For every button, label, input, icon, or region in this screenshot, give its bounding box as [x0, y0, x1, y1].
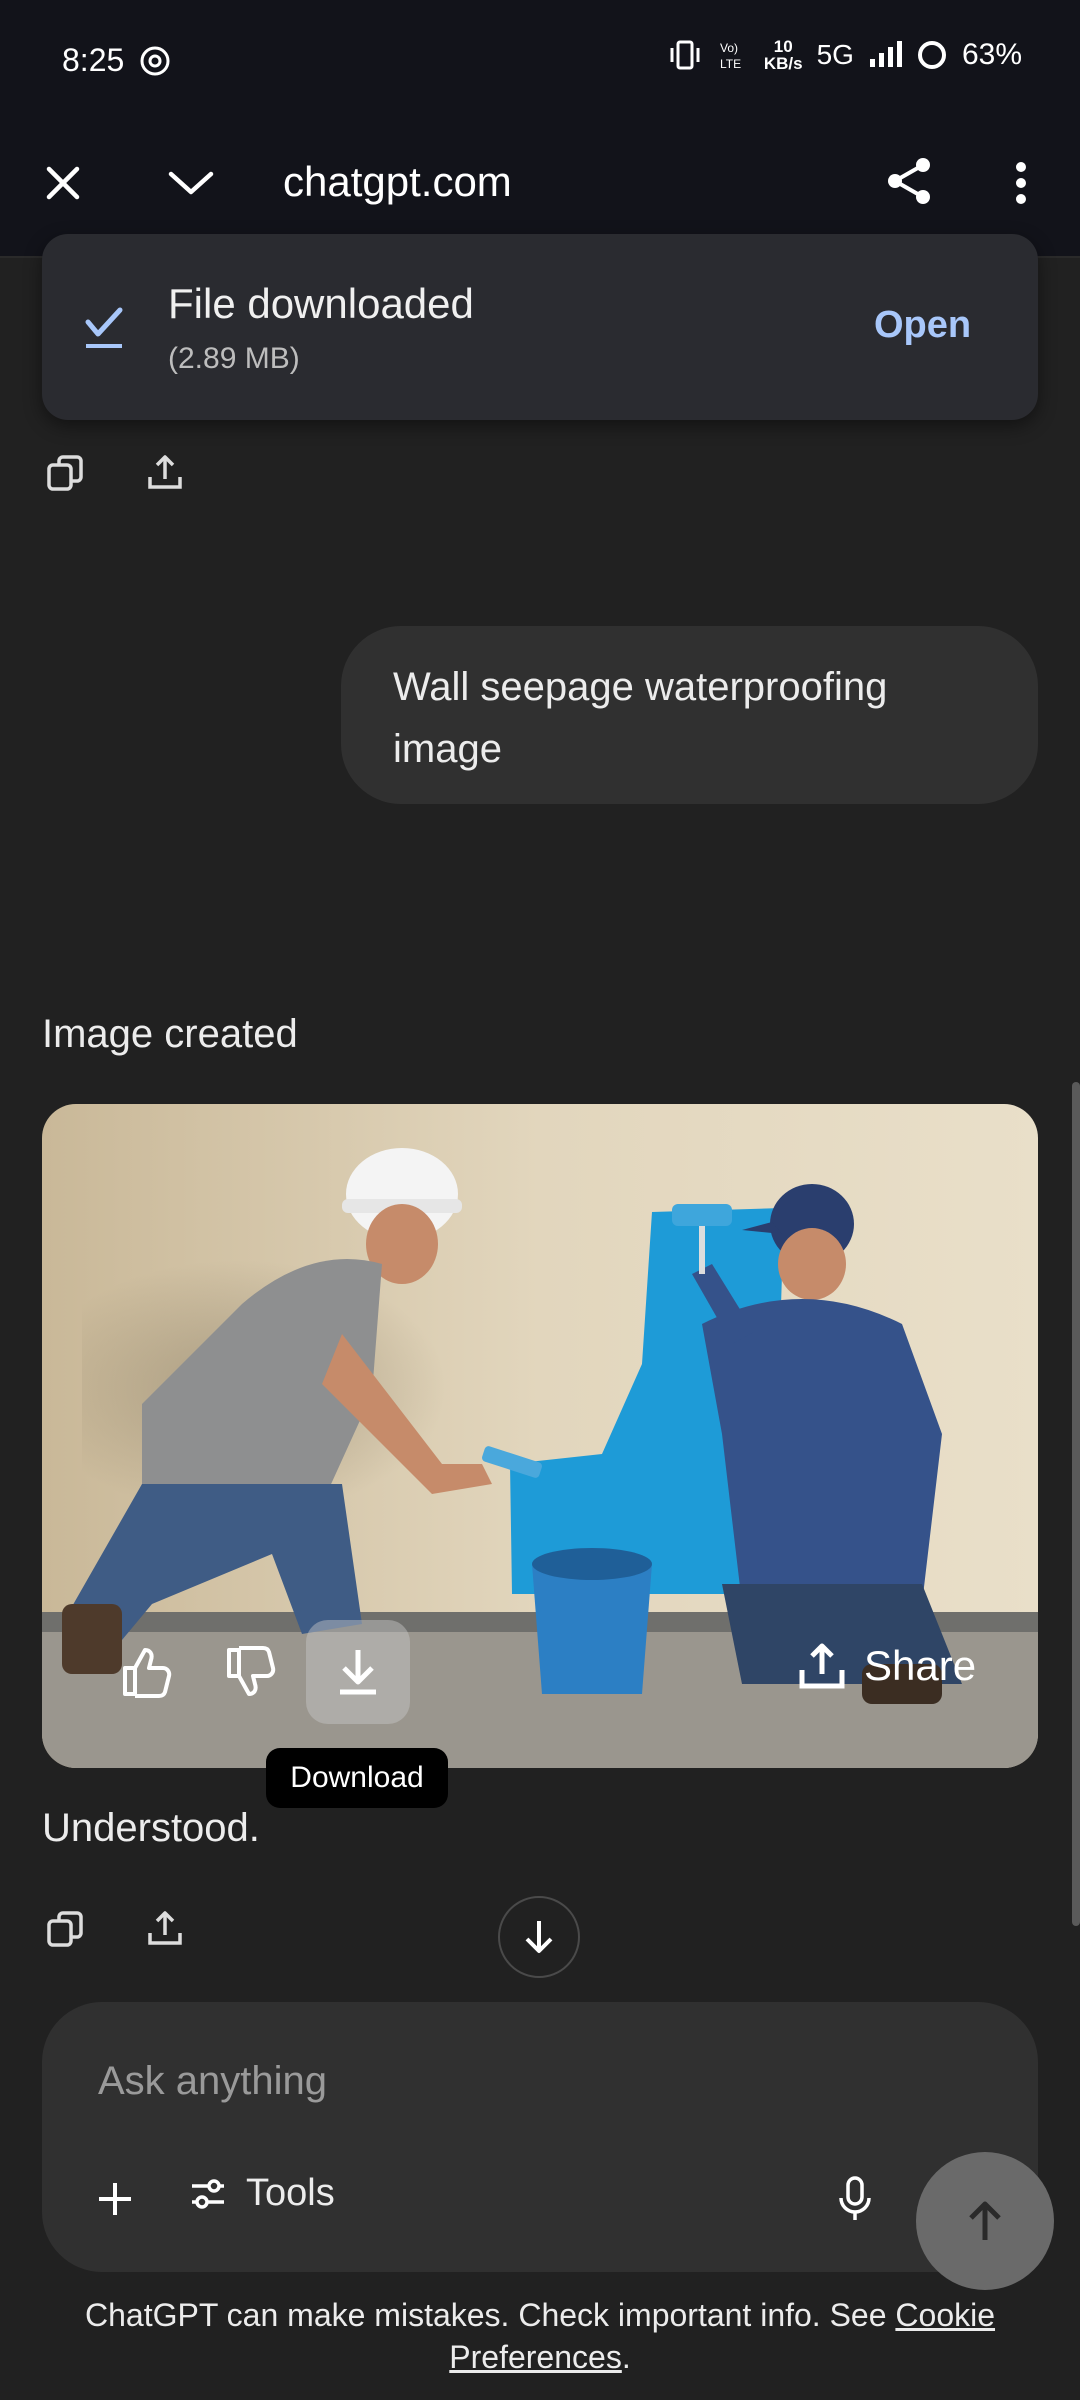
snackbar-file-size: (2.89 MB) [168, 342, 300, 375]
arrow-down-icon [525, 1921, 553, 1953]
copy-icon[interactable] [40, 448, 90, 498]
scrollbar[interactable] [1072, 1082, 1080, 1926]
share-icon[interactable] [876, 148, 942, 214]
user-message-text: Wall seepage waterproofing image [393, 665, 888, 771]
ask-input[interactable] [96, 2050, 880, 2112]
snackbar-title: File downloaded [168, 280, 474, 327]
share-label: Share [864, 1642, 977, 1689]
battery-ring-icon [917, 41, 946, 69]
scroll-to-bottom-button[interactable] [498, 1896, 580, 1978]
upload-share-icon[interactable] [140, 1904, 190, 1954]
thumbs-up-icon[interactable] [112, 1630, 182, 1714]
plus-icon[interactable] [90, 2174, 140, 2224]
sliders-icon [192, 2178, 224, 2209]
copy-icon[interactable] [40, 1904, 90, 1954]
download-done-icon [84, 304, 124, 355]
download-tooltip: Download [266, 1748, 448, 1808]
chevron-down-icon[interactable] [156, 150, 226, 216]
svg-text:Vo): Vo) [720, 41, 738, 55]
assistant-reply: Understood. [42, 1806, 260, 1850]
tools-label: Tools [246, 2172, 335, 2214]
url-text[interactable]: chatgpt.com [283, 158, 512, 206]
user-message-bubble: Wall seepage waterproofing image [341, 626, 1038, 804]
status-icons: Vo) LTE 10 KB/s 5G 63% [668, 38, 1022, 72]
network-type: 5G [816, 39, 854, 70]
disclaimer: ChatGPT can make mistakes. Check importa… [60, 2294, 1020, 2378]
download-button[interactable] [306, 1620, 410, 1724]
microphone-icon[interactable] [830, 2172, 880, 2228]
snackbar-open-button[interactable]: Open [874, 304, 971, 347]
arrow-up-icon [969, 2201, 1001, 2240]
vibrate-icon [670, 40, 700, 70]
image-status-label: Image created [42, 1012, 298, 1056]
battery-percent: 63% [961, 38, 1022, 71]
composer [42, 2002, 1038, 2272]
tools-button[interactable]: Tools [188, 2172, 335, 2215]
close-icon[interactable] [30, 150, 96, 216]
thumbs-down-icon[interactable] [216, 1630, 286, 1714]
more-vert-icon[interactable] [996, 150, 1046, 216]
upload-share-icon [799, 1643, 845, 1689]
disclaimer-end: . [621, 2339, 631, 2375]
status-time: 8:25 [62, 42, 125, 78]
signal-icon [869, 41, 902, 67]
svg-text:LTE: LTE [720, 57, 741, 71]
chatgpt-icon [138, 44, 172, 83]
network-speed: 10 KB/s [763, 37, 803, 73]
image-share-button[interactable]: Share [796, 1640, 976, 1692]
download-icon [340, 1650, 376, 1695]
disclaimer-text: ChatGPT can make mistakes. Check importa… [84, 2297, 896, 2333]
send-button[interactable] [916, 2152, 1054, 2290]
volte-icon: Vo) LTE [720, 41, 741, 71]
upload-share-icon[interactable] [140, 448, 190, 498]
